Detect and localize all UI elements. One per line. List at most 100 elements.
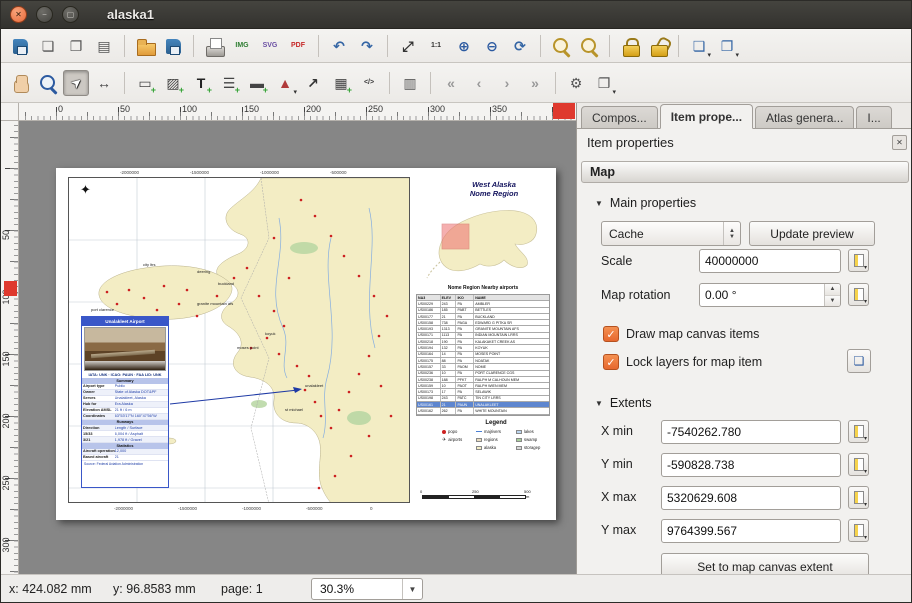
scale-input[interactable]: 40000000	[699, 249, 841, 273]
extents-toggle[interactable]: ▼ Extents	[595, 395, 652, 411]
update-preview-button[interactable]: Update preview	[749, 221, 875, 246]
legend-item[interactable]: Legend popomajriverslakes✈airportsregion…	[442, 420, 550, 450]
undo-icon[interactable]: ↶	[326, 33, 352, 59]
set-to-map-canvas-extent-button[interactable]: Set to map canvas extent	[661, 553, 869, 574]
toolbar-separator	[678, 35, 679, 57]
titlebar[interactable]: ✕ − ▢ alaska1	[1, 1, 911, 29]
zoom-tool-icon[interactable]	[35, 70, 61, 96]
tab-i[interactable]: I...	[856, 106, 891, 129]
data-defined-override-button[interactable]: ▾	[848, 420, 869, 443]
table-cell: 10	[441, 383, 457, 388]
redo-icon[interactable]: ↷	[354, 33, 380, 59]
lock-layers-checkbox[interactable]: ✓	[603, 354, 619, 370]
save-template-icon[interactable]	[160, 33, 186, 59]
data-defined-override-button[interactable]: ▾	[848, 283, 869, 306]
add-attribute-table-icon[interactable]: ▦+	[328, 70, 354, 96]
extent-input[interactable]: -590828.738	[661, 453, 841, 477]
zoom-actual-size-icon[interactable]: 1:1	[423, 33, 449, 59]
atlas-next-feature-icon[interactable]: ›	[494, 70, 520, 96]
duplicate-composition-icon[interactable]: ❐	[63, 33, 89, 59]
table-cell: PA	[456, 371, 474, 376]
lock-selected-items-icon[interactable]	[617, 33, 643, 59]
tab-compos[interactable]: Compos...	[581, 106, 658, 129]
add-label-icon[interactable]: T+	[188, 70, 214, 96]
atlas-last-feature-icon[interactable]: »	[522, 70, 548, 96]
airport-infobox[interactable]: Unalakleet Airport IATA: UNK · ICAO: PAU…	[81, 316, 169, 488]
select-move-item-icon[interactable]: ➤	[63, 70, 89, 96]
add-html-frame-icon[interactable]: </>	[356, 70, 382, 96]
unlock-all-items-icon[interactable]	[645, 33, 671, 59]
field-label: X min	[601, 424, 633, 438]
composition-page[interactable]: -2000000-1500000-1000000-500000 -2000000…	[56, 168, 556, 520]
tab-itemprope[interactable]: Item prope...	[660, 104, 753, 129]
dropdown-arrow-icon: ▾	[293, 88, 297, 96]
move-item-content-icon[interactable]: ↔	[91, 70, 117, 96]
print-icon[interactable]	[201, 33, 227, 59]
airports-table[interactable]: NA3ELEVIKONAMEUS00229243PAAMBLERUS001861…	[416, 294, 550, 416]
group-items-icon[interactable]: ❏▾	[686, 33, 712, 59]
atlas-first-feature-icon[interactable]: «	[438, 70, 464, 96]
settlement-dot	[278, 353, 281, 356]
atlas-export-icon[interactable]: ❐▾	[591, 70, 617, 96]
zoom-out-icon[interactable]: ⊖	[479, 33, 505, 59]
extent-input[interactable]: -7540262.780	[661, 420, 841, 444]
cache-mode-select[interactable]: Cache ▲▼	[601, 221, 741, 246]
grid-coordinate-label: -500000	[330, 170, 347, 175]
table-cell: PAGA	[456, 320, 474, 325]
window-minimize-button[interactable]: −	[36, 6, 53, 23]
zoom-next-icon[interactable]	[576, 33, 602, 59]
infobox-value: Public	[115, 384, 168, 388]
data-defined-override-button[interactable]: ▾	[848, 486, 869, 509]
toolbar-separator	[555, 72, 556, 94]
atlas-previous-feature-icon[interactable]: ‹	[466, 70, 492, 96]
spin-up-icon[interactable]: ▲	[825, 284, 840, 296]
window-maximize-button[interactable]: ▢	[62, 6, 79, 23]
add-map-icon[interactable]: ▭+	[132, 70, 158, 96]
main-properties-toggle[interactable]: ▼ Main properties	[595, 195, 696, 211]
export-image-icon[interactable]: IMG	[229, 33, 255, 59]
data-defined-override-button[interactable]: ▾	[848, 519, 869, 542]
settlement-dot	[380, 385, 383, 388]
new-composition-icon[interactable]: ❏	[35, 33, 61, 59]
atlas-preview-icon[interactable]: ⚙	[563, 70, 589, 96]
refresh-view-icon[interactable]: ⟳	[507, 33, 533, 59]
tab-atlasgenera[interactable]: Atlas genera...	[755, 106, 854, 129]
arrange-items-icon[interactable]: ❐▾	[714, 33, 740, 59]
data-defined-override-button[interactable]: ▾	[848, 453, 869, 476]
spin-buttons[interactable]: ▲▼	[824, 284, 840, 306]
export-svg-icon[interactable]: SVG	[257, 33, 283, 59]
spin-down-icon[interactable]: ▼	[825, 296, 840, 307]
load-template-icon[interactable]	[132, 33, 158, 59]
zoom-full-icon[interactable]: ⤢	[395, 33, 421, 59]
extent-input[interactable]: 5320629.608	[661, 486, 841, 510]
settlement-dot	[273, 237, 276, 240]
add-legend-icon[interactable]: ☰+	[216, 70, 242, 96]
field-label: Y min	[601, 457, 633, 471]
scalebar-item[interactable]: 0250500 km	[422, 490, 526, 502]
pan-icon[interactable]	[7, 70, 33, 96]
window-close-button[interactable]: ✕	[10, 6, 27, 23]
checkbox-label: Lock layers for map item	[626, 355, 762, 369]
add-shape-icon[interactable]: ▲▾	[272, 70, 298, 96]
add-arrow-icon[interactable]: ↗	[300, 70, 326, 96]
panel-close-button[interactable]: ✕	[892, 135, 907, 150]
save-project-icon[interactable]	[7, 33, 33, 59]
draw-canvas-items-checkbox[interactable]: ✓	[603, 326, 619, 342]
zoom-in-icon[interactable]: ⊕	[451, 33, 477, 59]
north-arrow-icon[interactable]: ✦	[80, 182, 91, 198]
composition-manager-icon[interactable]: ▤	[91, 33, 117, 59]
zoom-last-icon[interactable]	[548, 33, 574, 59]
extent-input[interactable]: 9764399.567	[661, 519, 841, 543]
close-icon: ✕	[896, 138, 903, 147]
export-pdf-icon[interactable]: PDF	[285, 33, 311, 59]
overview-map[interactable]	[424, 196, 550, 284]
page-settings-icon[interactable]: ▥	[397, 70, 423, 96]
table-cell: US00159	[417, 383, 441, 388]
zoom-level-select[interactable]: 30.3% ▼	[311, 578, 423, 600]
add-image-icon[interactable]: ▨+	[160, 70, 186, 96]
map-rotation-spinbox[interactable]: 0.00 ° ▲▼	[699, 283, 841, 307]
add-scalebar-icon[interactable]: ▬+	[244, 70, 270, 96]
data-defined-override-button[interactable]: ▾	[848, 249, 869, 272]
composer-canvas[interactable]: -2000000-1500000-1000000-500000 -2000000…	[19, 121, 576, 574]
visibility-presets-button[interactable]: ❏	[847, 349, 871, 373]
